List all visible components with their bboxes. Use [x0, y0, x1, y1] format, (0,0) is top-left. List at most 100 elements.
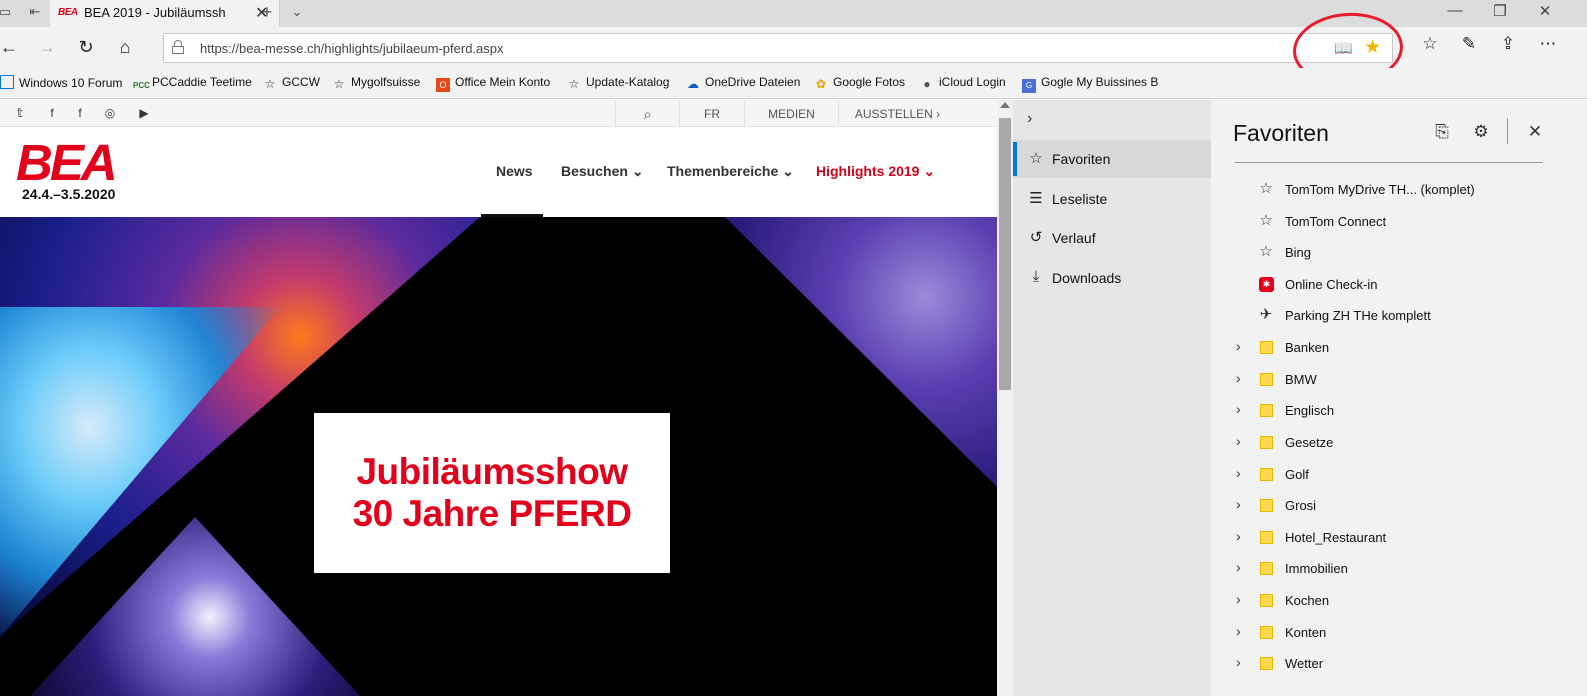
- url-text[interactable]: https://bea-messe.ch/highlights/jubilaeu…: [200, 41, 504, 56]
- close-panel-icon[interactable]: ✕: [1523, 122, 1547, 142]
- fav-folder-englisch[interactable]: › Englisch: [1211, 395, 1587, 426]
- minimize-icon[interactable]: —: [1440, 2, 1470, 19]
- facebook-icon[interactable]: f: [44, 106, 60, 120]
- share-icon[interactable]: ⇪: [1494, 34, 1522, 54]
- chevron-right-icon[interactable]: ›: [1236, 370, 1241, 386]
- folder-icon: [1260, 436, 1273, 449]
- medien-link[interactable]: MEDIEN: [744, 100, 838, 127]
- nav-news[interactable]: News: [496, 163, 533, 179]
- fav-link-tomtom-connect[interactable]: ☆ TomTom Connect: [1211, 206, 1587, 237]
- instagram-icon[interactable]: ◎: [102, 106, 118, 120]
- fav-gccw[interactable]: ☆ GCCW: [263, 75, 320, 91]
- fav-pccaddie[interactable]: PCC PCCaddie Teetime: [133, 75, 252, 93]
- fav-mygolfsuisse[interactable]: ☆ Mygolfsuisse: [332, 75, 421, 91]
- hub-item-leseliste[interactable]: ☰ Leseliste: [1013, 180, 1211, 218]
- fav-link-online-checkin[interactable]: ✱ Online Check-in: [1211, 269, 1587, 300]
- fav-folder-konten[interactable]: › Konten: [1211, 617, 1587, 648]
- fav-windows10forum[interactable]: Windows 10 Forum: [0, 75, 122, 90]
- hub-item-verlauf[interactable]: ↺ Verlauf: [1013, 219, 1211, 257]
- fav-icloud[interactable]: ● iCloud Login: [920, 75, 1005, 91]
- fav-folder-grosi[interactable]: › Grosi: [1211, 490, 1587, 521]
- address-bar[interactable]: https://bea-messe.ch/highlights/jubilaeu…: [163, 33, 1393, 63]
- hub-item-favoriten[interactable]: ☆ Favoriten: [1013, 140, 1211, 178]
- fav-link-tomtom-mydrive[interactable]: ☆ TomTom MyDrive TH... (komplet): [1211, 174, 1587, 205]
- ausstellen-link[interactable]: AUSSTELLEN ›: [838, 100, 956, 127]
- nav-besuchen[interactable]: Besuchen ⌄: [561, 163, 644, 180]
- chevron-right-icon[interactable]: ›: [1236, 623, 1241, 639]
- fav-folder-immobilien[interactable]: › Immobilien: [1211, 553, 1587, 584]
- hero-title-box: Jubiläumsshow 30 Jahre PFERD: [314, 413, 670, 573]
- fav-folder-golf[interactable]: › Golf: [1211, 459, 1587, 490]
- fav-google-business[interactable]: G Gogle My Buissines B: [1022, 75, 1158, 93]
- set-aside-tabs-icon[interactable]: ⇤: [26, 4, 44, 22]
- airplane-icon: ✈: [1259, 306, 1273, 323]
- fav-link-parking-zh[interactable]: ✈ Parking ZH THe komplett: [1211, 300, 1587, 331]
- fav-onedrive[interactable]: ☁ OneDrive Dateien: [686, 75, 800, 91]
- nav-themenbereiche[interactable]: Themenbereiche ⌄: [667, 163, 794, 180]
- chevron-right-icon[interactable]: ›: [1236, 433, 1241, 449]
- scroll-up-icon[interactable]: [1000, 102, 1010, 108]
- new-tab-icon[interactable]: +: [258, 2, 276, 22]
- refresh-icon[interactable]: ↻: [73, 35, 99, 59]
- chevron-right-icon[interactable]: ›: [1236, 528, 1241, 544]
- favorites-hub-icon[interactable]: ☆: [1416, 34, 1444, 54]
- active-tab[interactable]: BEA BEA 2019 - Jubiläumssh ✕: [50, 0, 280, 27]
- toolbar-divider: [1507, 118, 1508, 144]
- favorites-bar: Windows 10 Forum PCC PCCaddie Teetime ☆ GC…: [0, 68, 1587, 99]
- bea-logo[interactable]: BEA: [16, 133, 118, 192]
- chevron-right-icon[interactable]: ›: [1236, 338, 1241, 354]
- fav-folder-bmw[interactable]: › BMW: [1211, 364, 1587, 395]
- page-scrollbar[interactable]: [997, 100, 1013, 696]
- tab-actions-icon[interactable]: ▭: [0, 4, 14, 22]
- site-search-icon[interactable]: ⌕: [615, 100, 679, 127]
- lock-icon: [172, 40, 184, 54]
- fav-folder-banken[interactable]: › Banken: [1211, 332, 1587, 363]
- chevron-right-icon[interactable]: ›: [1236, 465, 1241, 481]
- facebook-icon-2[interactable]: f: [72, 106, 88, 120]
- pcc-icon: PCC: [133, 81, 150, 90]
- settings-gear-icon[interactable]: ⚙: [1469, 122, 1493, 142]
- twitter-icon[interactable]: 𝕥: [12, 106, 28, 120]
- chevron-right-icon[interactable]: ›: [1236, 401, 1241, 417]
- nav-highlights[interactable]: Highlights 2019 ⌄: [816, 163, 935, 180]
- hub-item-downloads[interactable]: ⤓ Downloads: [1013, 259, 1211, 297]
- youtube-icon[interactable]: ▶: [136, 106, 152, 120]
- restore-icon[interactable]: ❐: [1485, 2, 1515, 20]
- add-favorite-icon[interactable]: ⎘: [1430, 122, 1454, 142]
- scroll-thumb[interactable]: [999, 118, 1011, 390]
- fav-link-bing[interactable]: ☆ Bing: [1211, 237, 1587, 268]
- fav-folder-kochen[interactable]: › Kochen: [1211, 585, 1587, 616]
- fav-google-fotos[interactable]: ✿ Google Fotos: [814, 75, 905, 91]
- chevron-right-icon[interactable]: ›: [1236, 591, 1241, 607]
- fav-folder-hotel-restaurant[interactable]: › Hotel_Restaurant: [1211, 522, 1587, 553]
- fav-office[interactable]: O Office Mein Konto: [436, 75, 550, 92]
- event-dates: 24.4.–3.5.2020: [22, 186, 116, 202]
- tab-preview-chevron-icon[interactable]: ⌄: [288, 4, 306, 22]
- chevron-right-icon[interactable]: ›: [1236, 496, 1241, 512]
- panel-divider: [1235, 162, 1543, 163]
- download-icon: ⤓: [1032, 268, 1040, 285]
- office-icon: O: [436, 78, 450, 92]
- folder-icon: [1260, 594, 1273, 607]
- expand-hub-icon[interactable]: ›: [1027, 110, 1032, 128]
- back-arrow-icon[interactable]: ←: [0, 35, 22, 59]
- chevron-right-icon[interactable]: ›: [1236, 654, 1241, 670]
- star-outline-icon: ☆: [1259, 180, 1273, 197]
- folder-icon: [1260, 499, 1273, 512]
- more-icon[interactable]: ⋯: [1534, 34, 1562, 54]
- chevron-right-icon[interactable]: ›: [1236, 559, 1241, 575]
- pinwheel-icon: ✿: [815, 77, 827, 91]
- pen-icon[interactable]: ✎: [1455, 34, 1483, 54]
- reading-list-icon: ☰: [1029, 190, 1043, 207]
- folder-icon: [1260, 468, 1273, 481]
- fav-folder-gesetze[interactable]: › Gesetze: [1211, 427, 1587, 458]
- home-icon[interactable]: ⌂: [112, 35, 138, 59]
- chevron-down-icon: ⌄: [631, 163, 644, 179]
- lang-fr-link[interactable]: FR: [679, 100, 744, 127]
- star-outline-icon: ☆: [1259, 212, 1273, 229]
- forward-arrow-icon[interactable]: →: [34, 35, 60, 59]
- fav-folder-wetter[interactable]: › Wetter: [1211, 648, 1587, 679]
- fav-update-katalog[interactable]: ☆ Update-Katalog: [567, 75, 670, 91]
- close-window-icon[interactable]: ✕: [1530, 2, 1560, 20]
- star-outline-icon: ☆: [1259, 243, 1273, 260]
